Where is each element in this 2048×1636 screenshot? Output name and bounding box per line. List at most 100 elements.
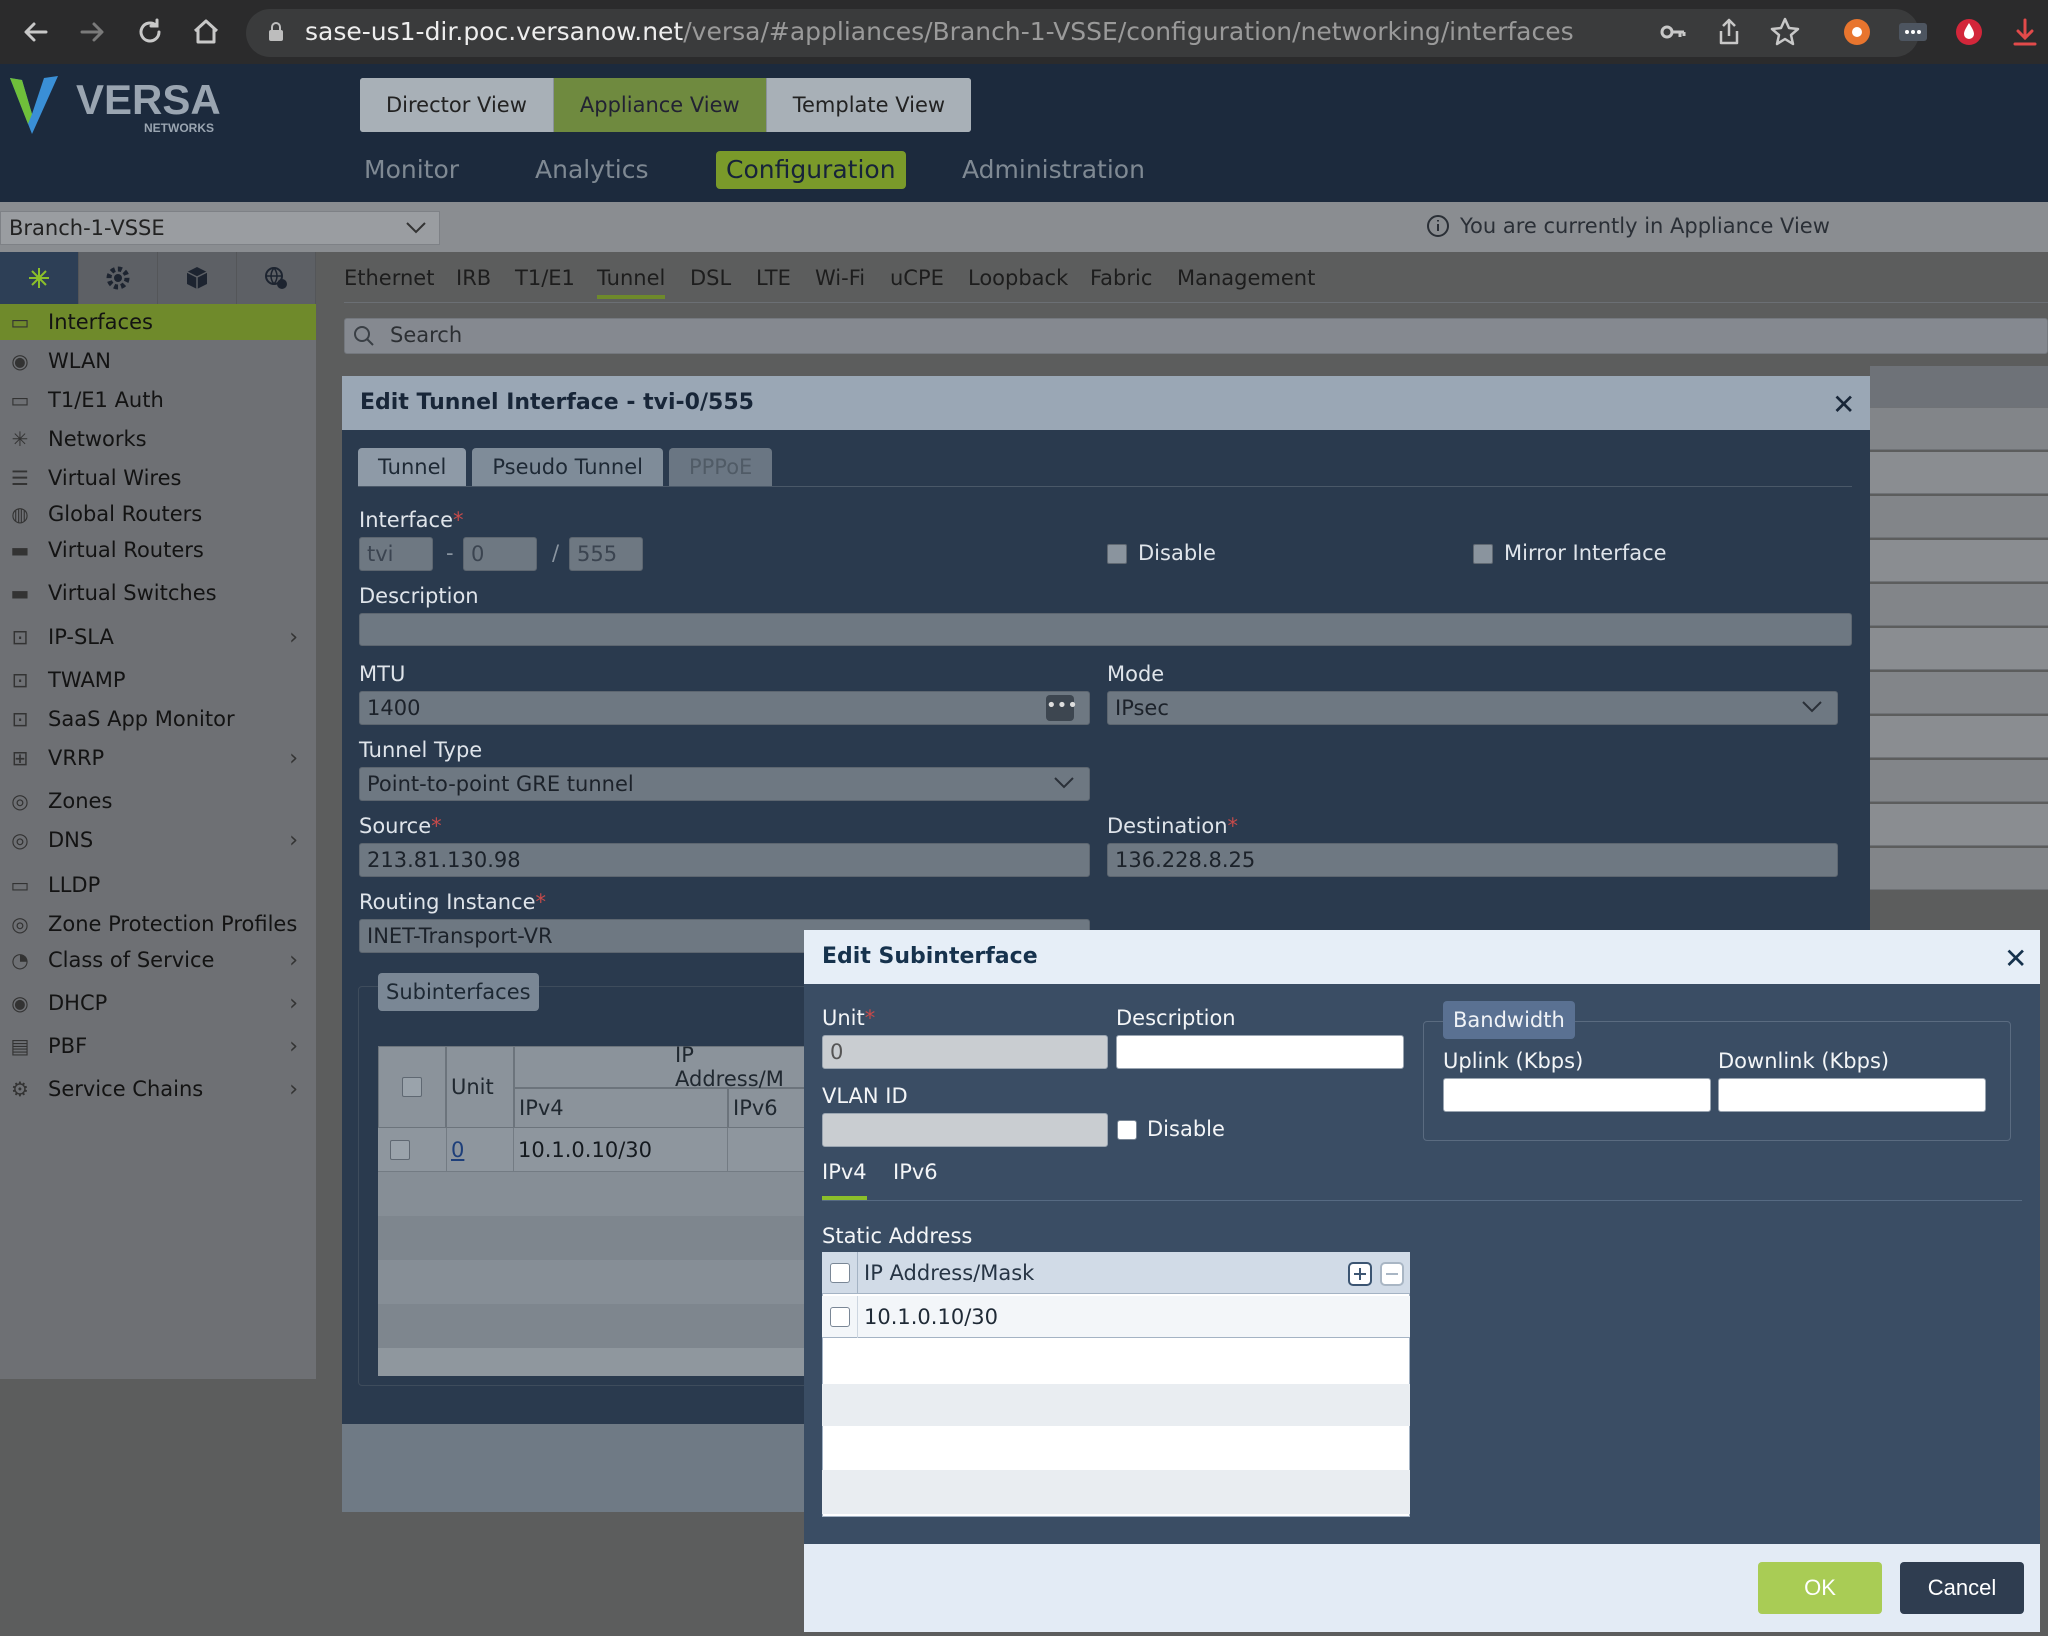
unit-link[interactable]: 0 (446, 1128, 514, 1172)
nav-configuration[interactable]: Configuration (716, 151, 906, 189)
description-label: Description (1116, 1006, 1236, 1030)
add-icon[interactable] (1348, 1262, 1372, 1286)
tab-ipv4[interactable]: IPv4 (822, 1160, 867, 1200)
nav-analytics[interactable]: Analytics (525, 151, 659, 189)
tab-ethernet[interactable]: Ethernet (344, 266, 434, 290)
sidebar-item-interfaces[interactable]: ▭ Interfaces (0, 304, 316, 340)
disable-checkbox[interactable] (1117, 1120, 1137, 1140)
sidebar-item-virtual-wires[interactable]: ☰ Virtual Wires (0, 460, 316, 496)
description-field[interactable] (1116, 1035, 1404, 1069)
sidebar-item-lldp[interactable]: ▭ LLDP (0, 867, 316, 903)
ok-button[interactable]: OK (1758, 1562, 1882, 1614)
select-all-checkbox[interactable] (402, 1077, 422, 1097)
tab-irb[interactable]: IRB (456, 266, 491, 290)
extension-red-icon[interactable] (1951, 14, 1987, 50)
sidebar-item-twamp[interactable]: ⊡ TWAMP (0, 662, 316, 698)
sidebar-item-global-routers[interactable]: ◍ Global Routers (0, 496, 316, 532)
extension-orange-icon[interactable] (1839, 14, 1875, 50)
extension-dots-icon[interactable] (1895, 14, 1931, 50)
disable-checkbox[interactable] (1107, 544, 1127, 564)
url-host: sase-us1-dir.poc.versanow.net (305, 17, 684, 46)
tab-wifi[interactable]: Wi-Fi (815, 266, 865, 290)
ipv4-cell: 10.1.0.10/30 (514, 1128, 728, 1172)
appliance-select[interactable]: Branch-1-VSSE (0, 211, 440, 245)
gear-icon (104, 264, 132, 292)
sidebar-item-label: PBF (48, 1034, 88, 1058)
row-checkbox[interactable] (829, 1307, 850, 1327)
director-view-button[interactable]: Director View (360, 78, 554, 132)
mode-select[interactable]: IPsec (1107, 691, 1838, 725)
key-icon[interactable] (1655, 14, 1691, 50)
sidebar-item-wlan[interactable]: ◉ WLAN (0, 343, 316, 379)
destination-field[interactable]: 136.228.8.25 (1107, 843, 1838, 877)
vlan-id-field[interactable] (822, 1113, 1108, 1147)
source-field[interactable]: 213.81.130.98 (359, 843, 1090, 877)
download-icon[interactable] (2007, 14, 2043, 50)
nav-administration[interactable]: Administration (952, 151, 1155, 189)
sidebar-item-ip-sla[interactable]: ⊡ IP-SLA › (0, 619, 316, 655)
disable-label: Disable (1138, 541, 1216, 565)
sidebar-item-networks[interactable]: ✳ Networks (0, 421, 316, 457)
tab-pseudo-tunnel[interactable]: Pseudo Tunnel (472, 448, 663, 486)
close-icon[interactable]: ✕ (1832, 388, 1855, 421)
home-icon[interactable] (188, 14, 224, 50)
cancel-button[interactable]: Cancel (1900, 1562, 2024, 1614)
sidebar-item-virtual-routers[interactable]: ▬ Virtual Routers (0, 532, 316, 568)
sidebar-item-zones[interactable]: ◎ Zones (0, 783, 316, 819)
sidebar-item-label: VRRP (48, 746, 105, 770)
sidebar-item-zone-protection-profiles[interactable]: ◎ Zone Protection Profiles (0, 906, 316, 942)
table-row (1870, 496, 2048, 538)
back-arrow-icon[interactable] (18, 14, 54, 50)
tunnel-type-select[interactable]: Point-to-point GRE tunnel (359, 767, 1090, 801)
row-checkbox[interactable] (390, 1140, 410, 1160)
tab-loopback[interactable]: Loopback (968, 266, 1068, 290)
chevron-right-icon: › (289, 1076, 298, 1102)
sidebar-item-pbf[interactable]: ▤ PBF › (0, 1028, 316, 1064)
tab-fabric[interactable]: Fabric (1090, 266, 1152, 290)
description-field[interactable] (359, 613, 1852, 646)
nav-monitor[interactable]: Monitor (354, 151, 469, 189)
sidebar-item-virtual-switches[interactable]: ▬ Virtual Switches (0, 575, 316, 611)
tab-t1e1[interactable]: T1/E1 (515, 266, 575, 290)
tab-lte[interactable]: LTE (756, 266, 791, 290)
more-options-icon[interactable]: ••• (1046, 695, 1078, 721)
sidebar-item-class-of-service[interactable]: ◔ Class of Service › (0, 942, 316, 978)
downlink-field[interactable] (1718, 1078, 1986, 1112)
tab-management[interactable]: Management (1177, 266, 1315, 290)
share-icon[interactable] (1711, 14, 1747, 50)
select-all-checkbox[interactable] (829, 1262, 850, 1283)
template-view-button[interactable]: Template View (766, 78, 972, 132)
tab-dsl[interactable]: DSL (690, 266, 731, 290)
sidebar-tab-network[interactable] (0, 252, 79, 304)
reload-icon[interactable] (132, 14, 168, 50)
lock-icon[interactable] (268, 22, 284, 42)
tab-ucpe[interactable]: uCPE (890, 266, 944, 290)
mtu-field[interactable]: 1400 (359, 691, 1090, 725)
sidebar-item-dhcp[interactable]: ◉ DHCP › (0, 985, 316, 1021)
sidebar-item-dns[interactable]: ◎ DNS › (0, 822, 316, 858)
sidebar-tab-services[interactable] (79, 252, 158, 304)
bookmark-star-icon[interactable] (1767, 14, 1803, 50)
mode-label: Mode (1107, 662, 1165, 686)
forward-arrow-icon[interactable] (74, 14, 110, 50)
sidebar-item-saas-app-monitor[interactable]: ⊡ SaaS App Monitor (0, 701, 316, 737)
sidebar-item-service-chains[interactable]: ⚙ Service Chains › (0, 1071, 316, 1107)
remove-icon[interactable] (1380, 1262, 1404, 1286)
close-icon[interactable]: ✕ (2004, 942, 2027, 975)
appliance-view-button[interactable]: Appliance View (553, 78, 767, 132)
uplink-field[interactable] (1443, 1078, 1711, 1112)
tab-ipv6[interactable]: IPv6 (893, 1160, 938, 1196)
url-text[interactable]: sase-us1-dir.poc.versanow.net/versa/#app… (305, 17, 1574, 46)
sidebar-item-label: Virtual Switches (48, 581, 217, 605)
sidebar-tab-others[interactable] (237, 252, 316, 304)
tab-tunnel[interactable]: Tunnel (597, 266, 666, 299)
subinterfaces-label: Subinterfaces (378, 973, 539, 1011)
sidebar-item-t1e1-auth[interactable]: ▭ T1/E1 Auth (0, 382, 316, 418)
chevron-right-icon: › (289, 624, 298, 650)
search-input[interactable] (344, 318, 2048, 354)
tab-tunnel-config[interactable]: Tunnel (358, 448, 467, 486)
sidebar-item-vrrp[interactable]: ⊞ VRRP › (0, 740, 316, 776)
mirror-interface-checkbox[interactable] (1473, 544, 1493, 564)
sidebar-item-label: Class of Service (48, 948, 215, 972)
sidebar-tab-objects[interactable] (158, 252, 237, 304)
